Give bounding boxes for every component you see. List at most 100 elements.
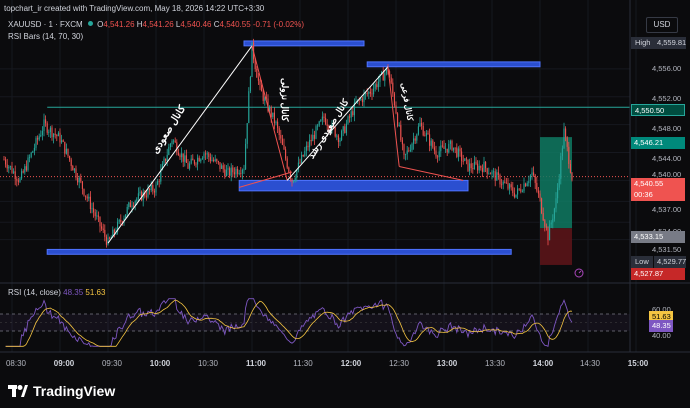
candle	[523, 183, 525, 192]
candle	[149, 188, 151, 191]
time-label: 13:30	[484, 359, 506, 368]
candle	[368, 91, 370, 94]
candle	[259, 80, 261, 85]
candle	[99, 216, 101, 227]
candle	[133, 205, 135, 207]
candle	[542, 213, 544, 221]
candle	[147, 188, 149, 197]
candle	[208, 153, 210, 158]
candle	[238, 173, 240, 174]
candle	[320, 119, 322, 122]
candle	[96, 215, 98, 217]
candle	[475, 161, 477, 164]
candle	[569, 163, 571, 173]
candle	[83, 188, 85, 196]
candle	[360, 98, 362, 101]
candle	[305, 145, 307, 151]
candle	[222, 165, 224, 170]
currency-button[interactable]: USD	[646, 17, 678, 33]
candle	[171, 140, 173, 144]
candle	[61, 140, 63, 143]
candle	[30, 152, 32, 157]
time-label: 09:30	[101, 359, 123, 368]
candle	[342, 126, 344, 131]
candle	[558, 178, 560, 188]
candle	[221, 165, 223, 169]
candle	[230, 167, 232, 176]
candle	[46, 123, 48, 133]
candle	[6, 164, 8, 169]
candle	[131, 205, 133, 208]
annotation-text-2[interactable]: کانال نزولی	[279, 78, 290, 121]
candle	[32, 151, 34, 153]
rsi-label[interactable]: RSI (14, close) 48.35 51.63	[8, 288, 105, 297]
candle	[401, 140, 403, 145]
candle	[437, 156, 439, 158]
candle	[54, 133, 56, 135]
candle	[49, 127, 51, 132]
candle	[571, 172, 573, 180]
candle	[477, 163, 479, 171]
candle	[17, 180, 19, 182]
candle	[246, 123, 248, 144]
candle	[435, 150, 437, 157]
candle	[225, 169, 227, 177]
candle	[337, 135, 339, 143]
candle	[272, 112, 274, 117]
candle	[176, 142, 178, 153]
candle	[417, 126, 419, 135]
low-value: 4,540.46	[180, 20, 212, 29]
indicator-label[interactable]: RSI Bars (14, 70, 30)	[8, 32, 83, 41]
countdown-tag: 00:36	[631, 189, 685, 201]
candle	[193, 160, 195, 164]
high-label-tag: High	[631, 37, 655, 49]
candle	[201, 158, 203, 160]
candle	[555, 198, 557, 209]
candle	[280, 135, 282, 139]
candle	[41, 130, 43, 136]
candle	[217, 161, 219, 163]
candle	[347, 116, 349, 124]
price-tick: 4,544.00	[652, 154, 682, 163]
candle	[494, 171, 496, 181]
candle	[462, 160, 464, 162]
candle	[69, 156, 71, 160]
candle	[390, 77, 392, 83]
candle	[294, 177, 296, 181]
candle	[77, 177, 79, 183]
symbol-info: XAUUSD · 1 · FXCM O4,541.26 H4,541.26 L4…	[8, 20, 305, 29]
candle	[384, 73, 386, 81]
candle	[425, 133, 427, 136]
candle	[419, 123, 421, 127]
candle	[547, 227, 549, 241]
candle	[51, 127, 53, 138]
candle	[129, 202, 131, 208]
symbol-label[interactable]: XAUUSD · 1 · FXCM	[8, 20, 83, 29]
candle	[318, 121, 320, 126]
candle	[560, 156, 562, 179]
candle	[120, 219, 122, 222]
candle	[62, 140, 64, 142]
candle	[235, 168, 237, 175]
candle	[459, 148, 461, 152]
candle	[310, 139, 312, 142]
candle	[257, 77, 259, 81]
high-value: 4,541.26	[142, 20, 174, 29]
candle	[270, 107, 272, 117]
chart-canvas[interactable]	[0, 0, 690, 408]
candle	[397, 113, 399, 126]
candle	[345, 123, 347, 133]
candle	[413, 138, 415, 144]
candle	[414, 138, 416, 141]
candle	[430, 140, 432, 146]
candle	[14, 171, 16, 180]
candle	[219, 162, 221, 169]
candle	[457, 148, 459, 157]
candle	[557, 187, 559, 199]
candle	[502, 181, 504, 185]
candle	[441, 145, 443, 147]
candle	[454, 147, 456, 149]
candle	[174, 140, 176, 143]
candle	[286, 158, 288, 168]
candle	[40, 135, 42, 137]
